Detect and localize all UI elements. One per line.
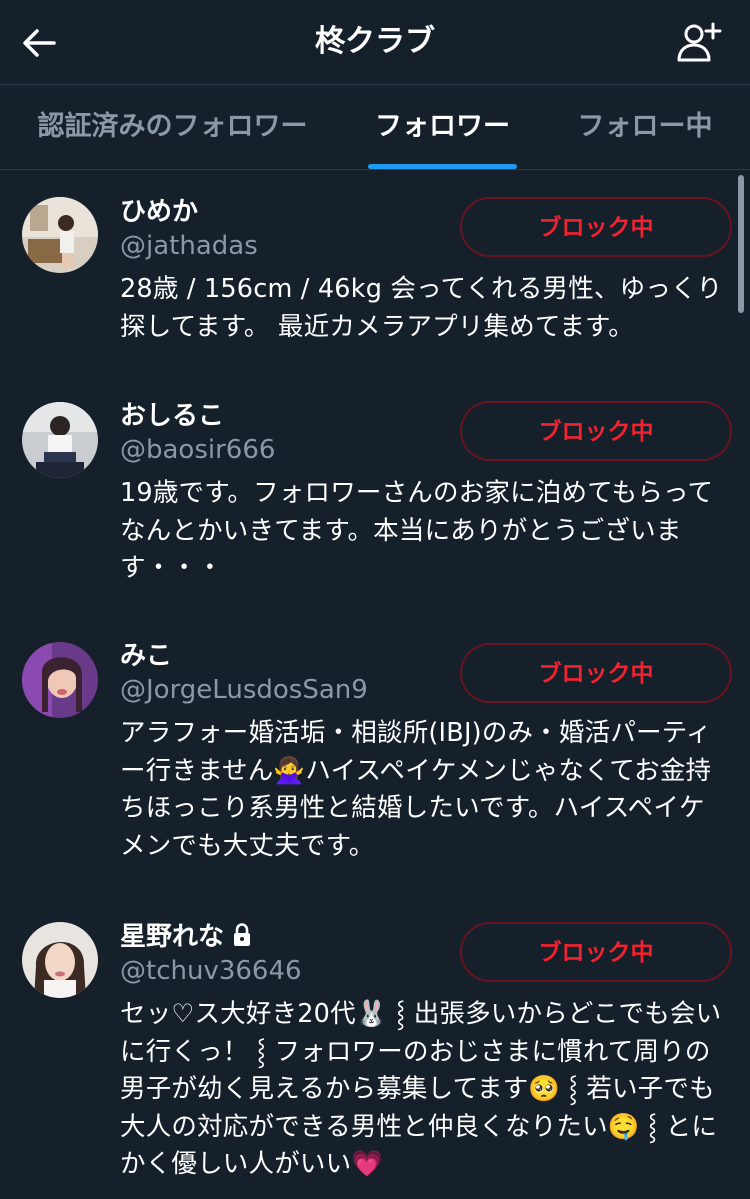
- avatar[interactable]: [22, 197, 98, 273]
- active-tab-indicator: [368, 164, 517, 169]
- blocked-button[interactable]: ブロック中: [460, 197, 732, 257]
- avatar[interactable]: [22, 922, 98, 998]
- user-handle: @jathadas: [120, 231, 258, 261]
- user-bio: 28歳 / 156cm / 46kg 会ってくれる男性、ゆっくり探してます。 最…: [120, 274, 723, 342]
- user-handle: @tchuv36646: [120, 956, 302, 986]
- display-name: みこ: [120, 641, 173, 671]
- display-name: 星野れな: [120, 920, 252, 954]
- list-item[interactable]: みこ @JorgeLusdosSan9 ブロック中 アラフォー婚活垢・相談所(I…: [0, 615, 750, 895]
- display-name: ひめか: [120, 197, 199, 227]
- avatar[interactable]: [22, 642, 98, 718]
- person-add-icon[interactable]: [676, 20, 722, 66]
- user-handle: @JorgeLusdosSan9: [120, 675, 368, 705]
- list-item[interactable]: おしるこ @baosir666 ブロック中 19歳です。フォロワーさんのお家に泊…: [0, 375, 750, 615]
- display-name: おしるこ: [120, 401, 225, 431]
- user-bio: セッ♡ス大好き20代🐰 ⸾ 出張多いからどこでも会いに行くっ！ ⸾ フォロワーの…: [120, 999, 722, 1179]
- tab-bar: 認証済みのフォロワー フォロワー フォロー中: [0, 85, 750, 170]
- user-bio: 19歳です。フォロワーさんのお家に泊めてもらってなんとかいきてます。本当にありが…: [120, 478, 714, 583]
- blocked-button[interactable]: ブロック中: [460, 401, 732, 461]
- top-bar: 柊クラブ: [0, 0, 750, 85]
- list-item[interactable]: 星野れな @tchuv36646 ブロック中 セッ♡ス大好き20代🐰 ⸾ 出張多…: [0, 895, 750, 1199]
- blocked-button[interactable]: ブロック中: [460, 922, 732, 982]
- tab-verified-followers[interactable]: 認証済みのフォロワー: [20, 85, 325, 169]
- page-title: 柊クラブ: [315, 24, 435, 59]
- user-handle: @baosir666: [120, 435, 276, 465]
- tab-following[interactable]: フォロー中: [560, 85, 730, 169]
- display-name-text: 星野れな: [120, 922, 225, 952]
- user-bio: アラフォー婚活垢・相談所(IBJ)のみ・婚活パーティー行きません🙅‍♀️ハイスペ…: [120, 718, 712, 861]
- avatar[interactable]: [22, 402, 98, 478]
- list-item[interactable]: ひめか @jathadas ブロック中 28歳 / 156cm / 46kg 会…: [0, 170, 750, 375]
- tab-followers[interactable]: フォロワー: [345, 85, 540, 169]
- blocked-button[interactable]: ブロック中: [460, 643, 732, 703]
- lock-icon: [234, 923, 251, 946]
